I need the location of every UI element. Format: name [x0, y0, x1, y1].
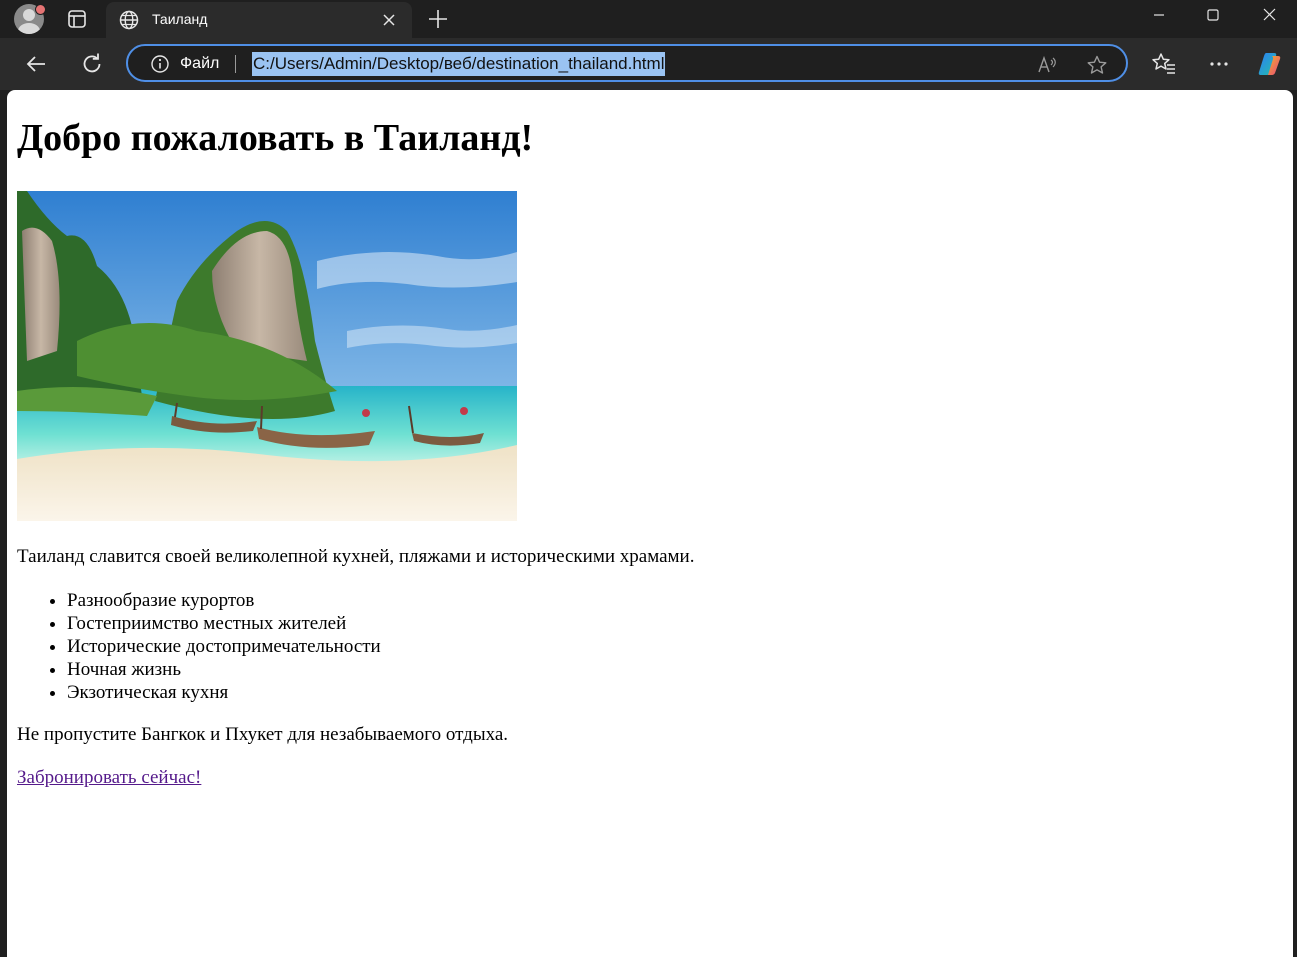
plus-icon[interactable]: [425, 6, 451, 32]
copilot-icon[interactable]: [1257, 50, 1285, 78]
close-icon[interactable]: [380, 11, 398, 29]
page-viewport: Добро пожаловать в Таиланд! Таиланд слав…: [7, 90, 1293, 957]
address-bar[interactable]: Файл C:/Users/Admin/Desktop/веб/destinat…: [126, 44, 1128, 82]
window-close-icon[interactable]: [1246, 0, 1292, 32]
avatar-shoulders: [18, 23, 40, 34]
features-list: Разнообразие курортов Гостеприимство мес…: [17, 589, 381, 704]
read-aloud-icon[interactable]: [1036, 54, 1058, 76]
tab-thailand[interactable]: Таиланд: [106, 2, 412, 38]
more-icon[interactable]: [1205, 50, 1233, 78]
arrow-left-icon[interactable]: [22, 50, 50, 78]
profile-notification-dot: [35, 4, 46, 15]
list-item: Ночная жизнь: [67, 658, 381, 681]
info-icon[interactable]: [150, 54, 170, 74]
address-separator: [235, 55, 236, 73]
star-icon[interactable]: [1086, 54, 1108, 76]
intro-paragraph: Таиланд славится своей великолепной кухн…: [17, 546, 695, 567]
globe-icon: [119, 10, 139, 30]
list-item: Разнообразие курортов: [67, 589, 381, 612]
tab-title: Таиланд: [152, 11, 208, 27]
avatar-head: [23, 9, 35, 21]
tab-strip: Таиланд: [0, 0, 1297, 38]
url-text[interactable]: C:/Users/Admin/Desktop/веб/destination_t…: [252, 52, 666, 76]
list-item: Исторические достопримечательности: [67, 635, 381, 658]
page-heading: Добро пожаловать в Таиланд!: [17, 117, 534, 159]
outro-paragraph: Не пропустите Бангкок и Пхукет для незаб…: [17, 724, 509, 745]
list-item: Гостеприимство местных жителей: [67, 612, 381, 635]
maximize-icon[interactable]: [1190, 0, 1236, 32]
scheme-label[interactable]: Файл: [180, 55, 219, 73]
tab-actions-icon[interactable]: [66, 8, 88, 30]
thailand-beach-image: [17, 191, 517, 521]
favorites-icon[interactable]: [1150, 50, 1178, 78]
navigation-toolbar: Файл C:/Users/Admin/Desktop/веб/destinat…: [0, 38, 1297, 90]
list-item: Экзотическая кухня: [67, 681, 381, 704]
reload-icon[interactable]: [78, 50, 106, 78]
minimize-icon[interactable]: [1136, 0, 1182, 32]
book-now-link[interactable]: Забронировать сейчас!: [17, 767, 201, 789]
